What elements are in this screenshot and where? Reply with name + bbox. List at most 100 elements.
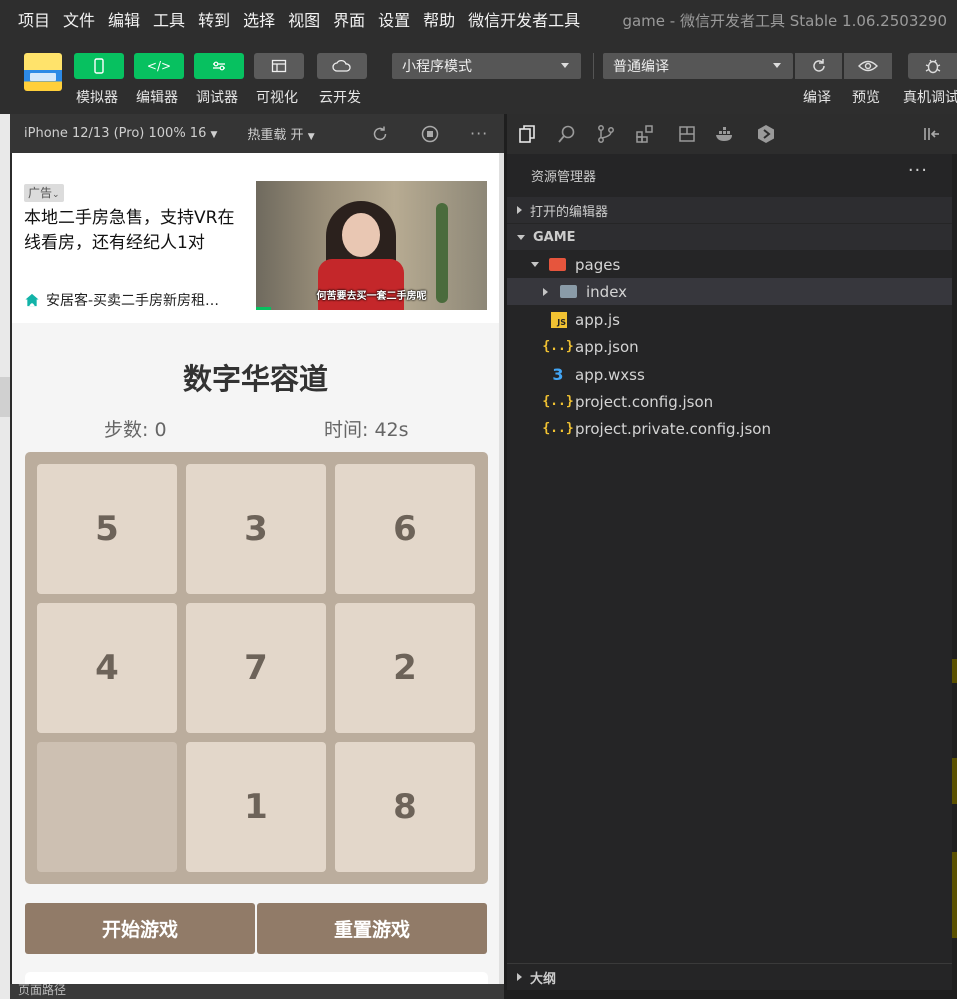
game-title: 数字华容道 <box>182 362 328 396</box>
tree-item-index[interactable]: index <box>507 278 952 305</box>
menu-item-devtools[interactable]: 微信开发者工具 <box>468 7 580 31</box>
puzzle-tile[interactable]: 6 <box>335 464 475 594</box>
compile-button[interactable] <box>795 53 842 79</box>
open-editors-label: 打开的编辑器 <box>530 204 609 220</box>
left-panel-edge <box>0 114 10 999</box>
refresh-icon <box>812 59 825 72</box>
chevron-down-icon <box>517 234 525 240</box>
plugin-icon[interactable] <box>756 124 776 144</box>
reload-icon[interactable] <box>371 125 389 143</box>
edge-highlight <box>952 758 957 804</box>
puzzle-tile[interactable]: 1 <box>186 742 326 872</box>
project-section[interactable]: GAME <box>507 224 952 250</box>
ad-tag[interactable]: 广告⌄ <box>24 184 64 202</box>
files-icon[interactable] <box>517 124 537 144</box>
menu-item-select[interactable]: 选择 <box>243 7 275 31</box>
debug-toggle-icon <box>213 61 225 71</box>
tree-item-label: app.json <box>575 337 639 356</box>
puzzle-tile[interactable]: 3 <box>186 464 326 594</box>
puzzle-tile[interactable]: 7 <box>186 603 326 733</box>
compile-select-value: 普通编译 <box>613 59 669 75</box>
mode-select[interactable]: 小程序模式 <box>392 53 581 79</box>
tree-item-label: index <box>586 282 628 301</box>
menu-item-file[interactable]: 文件 <box>63 7 95 31</box>
ad-banner[interactable]: 广告⌄ 本地二手房急售，支持VR在线看房，还有经纪人1对 安居客-买卖二手房新房… <box>12 153 499 323</box>
editor-toggle-button[interactable]: </> <box>134 53 184 79</box>
device-debug-button[interactable] <box>908 53 957 79</box>
explorer-header: 资源管理器 <box>531 170 597 185</box>
menu-item-project[interactable]: 项目 <box>18 7 50 31</box>
stop-icon[interactable] <box>421 125 439 143</box>
extensions-icon[interactable] <box>635 124 655 144</box>
menu-item-tools[interactable]: 工具 <box>153 7 185 31</box>
tree-item-app-json[interactable]: {..} app.json <box>507 333 952 360</box>
search-icon[interactable] <box>557 124 577 144</box>
visual-label: 可视化 <box>256 90 298 106</box>
docker-icon[interactable] <box>715 124 735 144</box>
folder-open-icon <box>549 258 566 271</box>
open-editors-section[interactable]: 打开的编辑器 <box>507 197 952 223</box>
tree-item-project-private-config[interactable]: {..} project.private.config.json <box>507 415 952 442</box>
tree-item-label: app.js <box>575 310 620 329</box>
ad-video-caption: 何苦要去买一套二手房呢 <box>316 291 427 302</box>
tree-item-app-js[interactable]: JS app.js <box>507 306 952 333</box>
debugger-toggle-button[interactable] <box>194 53 244 79</box>
cloud-dev-button[interactable] <box>317 53 367 79</box>
toolbar: </> 模拟器 编辑器 调试器 可视化 云开发 小程序模式 普通编译 编译 预览… <box>0 38 957 114</box>
phone-screen: 广告⌄ 本地二手房急售，支持VR在线看房，还有经纪人1对 安居客-买卖二手房新房… <box>12 153 499 984</box>
editor-label: 编辑器 <box>136 90 178 106</box>
folder-icon <box>560 285 577 298</box>
more-icon[interactable]: ··· <box>908 160 928 181</box>
js-file-icon: JS <box>551 311 567 328</box>
source-control-icon[interactable] <box>596 124 616 144</box>
storage-icon[interactable] <box>677 124 697 144</box>
tree-item-label: pages <box>575 255 621 274</box>
window-title: game - 微信开发者工具 Stable 1.06.2503290 <box>622 12 947 30</box>
collapse-panel-icon[interactable] <box>921 124 941 144</box>
menu-item-interface[interactable]: 界面 <box>333 7 365 31</box>
preview-button[interactable] <box>844 53 892 79</box>
ad-video-progress <box>256 307 271 310</box>
project-avatar[interactable] <box>24 53 62 91</box>
reset-game-button[interactable]: 重置游戏 <box>257 903 487 954</box>
tree-item-app-wxss[interactable]: 3 app.wxss <box>507 361 952 388</box>
outline-header[interactable]: 大纲 <box>507 964 952 990</box>
hot-reload-select[interactable]: 热重载 开 ▼ <box>247 124 314 143</box>
chevron-down-icon <box>773 63 781 68</box>
puzzle-tile[interactable]: 4 <box>37 603 177 733</box>
editor-edge-strip <box>952 154 957 999</box>
visual-toggle-button[interactable] <box>254 53 304 79</box>
phone-icon <box>94 58 104 74</box>
device-select-value: iPhone 12/13 (Pro) 100% 16 <box>24 126 207 141</box>
panel-edge-marker <box>0 377 10 417</box>
outline-section[interactable]: 大纲 <box>507 963 952 991</box>
tree-item-pages[interactable]: pages <box>507 251 952 278</box>
compile-select[interactable]: 普通编译 <box>603 53 793 79</box>
menu-item-settings[interactable]: 设置 <box>378 7 410 31</box>
tree-item-project-config[interactable]: {..} project.config.json <box>507 388 952 415</box>
hot-reload-value: 热重载 开 <box>247 128 304 143</box>
simulator-toggle-button[interactable] <box>74 53 124 79</box>
menu-item-edit[interactable]: 编辑 <box>108 7 140 31</box>
outline-label: 大纲 <box>530 971 557 987</box>
ad-source-label: 安居客-买卖二手房新房租… <box>46 293 220 309</box>
puzzle-tile[interactable]: 5 <box>37 464 177 594</box>
menu-item-goto[interactable]: 转到 <box>198 7 230 31</box>
bug-icon <box>925 59 940 74</box>
explorer-panel: 资源管理器 ··· 打开的编辑器 GAME pages index JS app… <box>507 154 952 999</box>
menu-item-help[interactable]: 帮助 <box>423 7 455 31</box>
puzzle-tile[interactable]: 2 <box>335 603 475 733</box>
tree-item-label: project.config.json <box>575 392 714 411</box>
activity-bar <box>507 114 957 154</box>
json-file-icon: {..} <box>542 394 574 409</box>
puzzle-tile[interactable]: 8 <box>335 742 475 872</box>
start-game-button[interactable]: 开始游戏 <box>25 903 255 954</box>
more-icon[interactable]: ··· <box>470 124 488 143</box>
ad-tag-label: 广告 <box>28 186 53 200</box>
menu-item-view[interactable]: 视图 <box>288 7 320 31</box>
device-select[interactable]: iPhone 12/13 (Pro) 100% 16 ▼ <box>24 126 217 141</box>
cloud-icon <box>332 59 351 72</box>
ad-image-face <box>342 213 380 257</box>
ad-video-thumbnail[interactable]: 何苦要去买一套二手房呢 <box>256 181 487 310</box>
tree-item-label: project.private.config.json <box>575 419 771 438</box>
